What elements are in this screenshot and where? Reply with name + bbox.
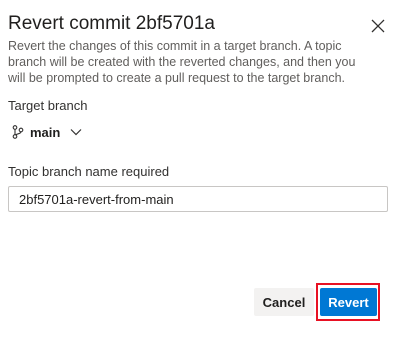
- topic-branch-input[interactable]: [8, 186, 388, 212]
- target-branch-label: Target branch: [8, 98, 88, 113]
- dialog-description: Revert the changes of this commit in a t…: [8, 39, 356, 85]
- close-button[interactable]: [366, 14, 390, 38]
- chevron-down-icon: [70, 129, 82, 136]
- dialog-title: Revert commit 2bf5701a: [8, 13, 215, 34]
- cancel-button[interactable]: Cancel: [254, 288, 314, 316]
- revert-button[interactable]: Revert: [320, 288, 377, 316]
- topic-branch-label: Topic branch name required: [8, 164, 170, 179]
- revert-commit-dialog: Revert commit 2bf5701a Revert the change…: [0, 0, 400, 338]
- target-branch-picker[interactable]: main: [12, 120, 82, 144]
- close-icon: [371, 19, 385, 33]
- target-branch-value: main: [30, 124, 61, 140]
- branch-icon: [12, 125, 24, 139]
